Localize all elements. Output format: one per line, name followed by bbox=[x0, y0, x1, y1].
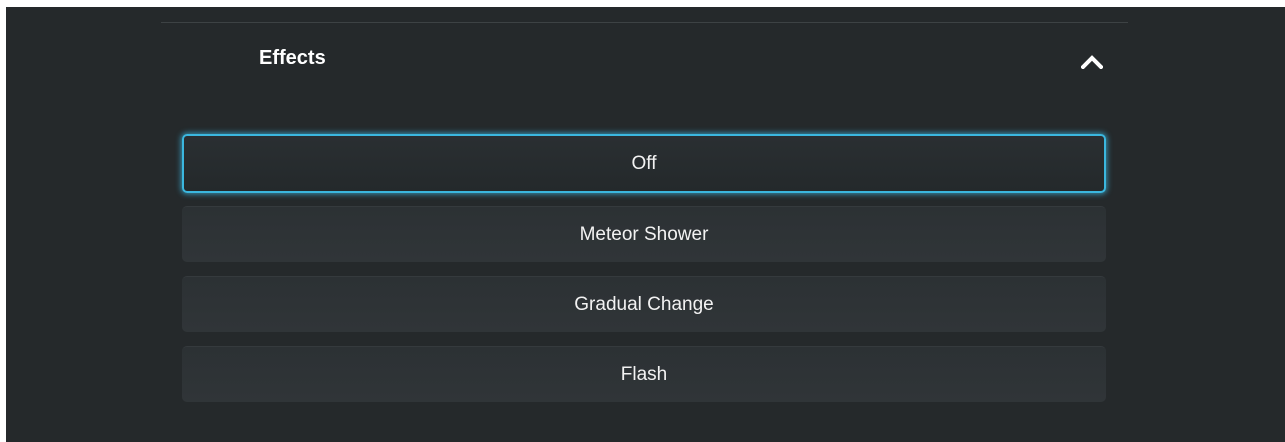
effects-panel: Effects Off Meteor Shower Gradual Change… bbox=[6, 7, 1285, 442]
effects-section-header[interactable]: Effects bbox=[161, 39, 1128, 85]
chevron-up-icon bbox=[1081, 55, 1103, 69]
section-title: Effects bbox=[259, 47, 326, 69]
effect-option-gradual-change[interactable]: Gradual Change bbox=[182, 276, 1106, 332]
effect-option-label: Gradual Change bbox=[574, 293, 714, 315]
effect-option-label: Flash bbox=[620, 363, 668, 385]
effects-option-list: Off Meteor Shower Gradual Change Flash bbox=[182, 134, 1106, 416]
effect-option-off[interactable]: Off bbox=[182, 134, 1106, 193]
effect-option-label: Meteor Shower bbox=[579, 223, 709, 245]
effect-option-meteor-shower[interactable]: Meteor Shower bbox=[182, 206, 1106, 262]
collapse-toggle-button[interactable] bbox=[1069, 43, 1115, 83]
effect-option-flash[interactable]: Flash bbox=[182, 346, 1106, 402]
effect-option-label: Off bbox=[631, 152, 657, 174]
section-divider bbox=[161, 22, 1128, 23]
